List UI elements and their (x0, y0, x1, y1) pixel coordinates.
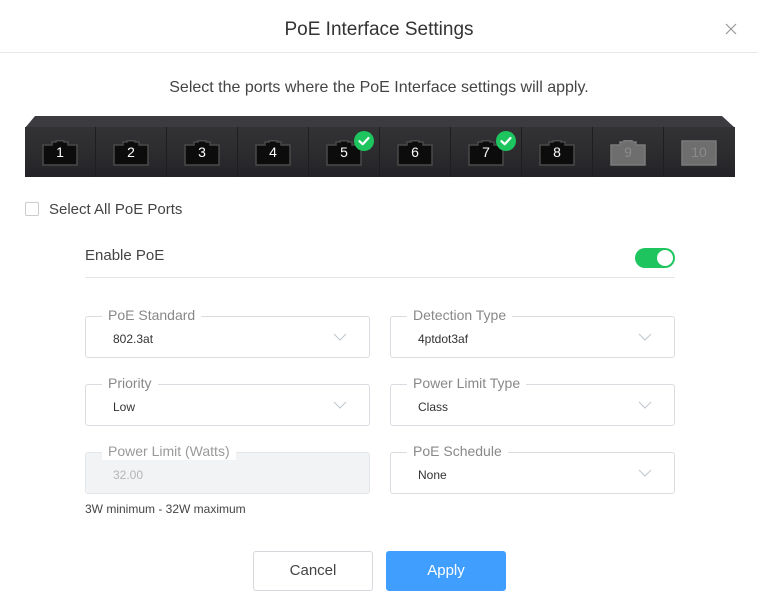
port-number: 4 (269, 144, 277, 160)
enable-poe-toggle[interactable] (635, 248, 675, 268)
port-5[interactable]: 5 (309, 127, 380, 177)
select-all-label: Select All PoE Ports (49, 200, 183, 218)
port-number: 8 (553, 144, 561, 160)
select-all-ports[interactable]: Select All PoE Ports (25, 200, 182, 218)
port-10: 10 (664, 127, 735, 177)
priority-value: Low (113, 400, 136, 414)
poe-schedule-select[interactable]: PoE Schedule None (390, 442, 675, 494)
poe-standard-select[interactable]: PoE Standard 802.3at (85, 306, 370, 358)
close-button[interactable] (722, 20, 740, 38)
apply-button[interactable]: Apply (386, 551, 506, 591)
check-badge-icon (354, 131, 374, 151)
priority-select[interactable]: Priority Low (85, 374, 370, 426)
check-badge-icon (496, 131, 516, 151)
switch-port-panel: 1 2 3 4 5 6 7 8 9 10 (25, 116, 735, 177)
select-all-checkbox[interactable] (25, 202, 39, 216)
power-limit-watts-label: Power Limit (Watts) (102, 442, 236, 460)
detection-type-value: 4ptdot3af (418, 332, 469, 346)
detection-type-select[interactable]: Detection Type 4ptdot3af (390, 306, 675, 358)
cancel-button[interactable]: Cancel (253, 551, 373, 591)
port-1[interactable]: 1 (25, 127, 96, 177)
enable-poe-label: Enable PoE (85, 247, 165, 264)
chevron-down-icon (638, 332, 652, 342)
port-7[interactable]: 7 (451, 127, 522, 177)
power-limit-type-select[interactable]: Power Limit Type Class (390, 374, 675, 426)
power-limit-type-label: Power Limit Type (407, 374, 527, 392)
power-limit-watts-input: Power Limit (Watts) 32.00 (85, 442, 370, 494)
port-number: 2 (127, 144, 135, 160)
port-number: 1 (56, 144, 64, 160)
power-limit-watts-value: 32.00 (113, 468, 144, 482)
dialog-header: PoE Interface Settings (0, 0, 758, 53)
port-8[interactable]: 8 (522, 127, 593, 177)
chevron-down-icon (333, 332, 347, 342)
chevron-down-icon (638, 400, 652, 410)
chevron-down-icon (638, 468, 652, 478)
port-2[interactable]: 2 (96, 127, 167, 177)
port-3[interactable]: 3 (167, 127, 238, 177)
poe-standard-value: 802.3at (113, 332, 154, 346)
port-4[interactable]: 4 (238, 127, 309, 177)
close-icon (725, 23, 737, 35)
instructions-text: Select the ports where the PoE Interface… (169, 79, 589, 96)
poe-schedule-value: None (418, 468, 447, 482)
power-limit-hint: 3W minimum - 32W maximum (85, 502, 246, 516)
port-number: 10 (691, 144, 707, 160)
poe-schedule-label: PoE Schedule (407, 442, 508, 460)
power-limit-type-value: Class (418, 400, 449, 414)
toggle-knob (657, 250, 673, 266)
chevron-down-icon (333, 400, 347, 410)
port-9: 9 (593, 127, 664, 177)
enable-poe-row: Enable PoE (85, 238, 675, 278)
port-number: 3 (198, 144, 206, 160)
detection-type-label: Detection Type (407, 306, 513, 324)
dialog-title: PoE Interface Settings (284, 19, 474, 40)
poe-standard-label: PoE Standard (102, 306, 202, 324)
port-number: 6 (411, 144, 419, 160)
port-6[interactable]: 6 (380, 127, 451, 177)
port-number: 9 (624, 144, 632, 160)
priority-label: Priority (102, 374, 158, 392)
